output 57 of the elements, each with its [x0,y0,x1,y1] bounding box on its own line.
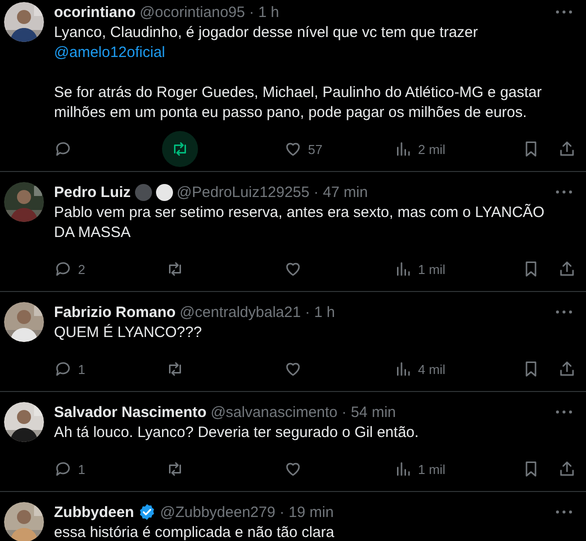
like-count: 57 [308,142,322,156]
author-name[interactable]: ocorintiano [54,4,136,20]
handle-and-time[interactable]: @ocorintiano95 · 1 h [140,4,280,20]
more-icon [556,10,572,14]
views-count: 1 mil [418,462,446,476]
repost-button[interactable] [162,131,198,167]
repost-icon [166,260,184,278]
speech-bubble-icon [54,460,72,478]
tweet-text: essa história é complicada e não tão clara [54,523,336,541]
tweet-text: Lyanco, Claudinho, é jogador desse nível que vc tem que trazer [54,23,479,43]
bar-chart-icon [394,360,412,378]
reply-count: 1 [78,362,86,376]
more-button[interactable] [556,310,572,314]
mention-link[interactable]: @amelo12oficial [54,44,166,61]
author-name[interactable]: Fabrizio Romano [54,304,176,320]
more-button[interactable] [556,510,572,514]
bar-chart-icon [394,260,412,278]
tweet-text: Pablo vem pra ser setimo reserva, antes era sexto, mas com o LYANCÃO DA MASSA [54,203,546,243]
more-icon [556,410,572,414]
share-icon [558,260,576,278]
heart-icon [284,260,302,278]
views-count: 2 mil [418,142,446,156]
reply-count: 1 [78,462,86,476]
tweet-text: Se for atrás do Roger Guedes, Michael, Paulinho do Atlético-MG e gastar milhões em um ponta eu passo pano, pode pagar os milhões de euros. [54,83,543,123]
views-count: 1 mil [418,262,446,276]
speech-bubble-icon [54,360,72,378]
speech-bubble-icon [54,260,72,278]
share-icon [558,140,576,158]
heart-icon [284,140,302,158]
more-button[interactable] [556,410,572,414]
bar-chart-icon [394,140,412,158]
reply-count: 2 [78,262,86,276]
bar-chart-icon [394,460,412,478]
more-icon [556,510,572,514]
repost-icon [166,460,184,478]
heart-icon [284,360,302,378]
tweet-text: QUEM É LYANCO??? [54,323,203,343]
share-icon [558,460,576,478]
author-name[interactable]: Zubbydeen [54,504,134,520]
verified-badge-icon [138,503,156,521]
tweet-text: Ah tá louco. Lyanco? Deveria ter segurado o Gil então. [54,423,420,443]
more-icon [556,310,572,314]
handle-and-time[interactable]: @PedroLuiz129255 · 47 min [176,184,368,200]
handle-and-time[interactable]: @centraldybala21 · 1 h [180,304,335,320]
more-icon [556,190,572,194]
handle-and-time[interactable]: @Zubbydeen279 · 19 min [160,504,334,520]
share-icon [558,360,576,378]
handle-and-time[interactable]: @salvanascimento · 54 min [210,404,396,420]
more-button[interactable] [556,10,572,14]
repost-icon [171,140,189,158]
speech-bubble-icon [54,140,72,158]
more-button[interactable] [556,190,572,194]
heart-icon [284,460,302,478]
repost-icon [166,360,184,378]
views-count: 4 mil [418,362,446,376]
author-name[interactable]: Salvador Nascimento [54,404,207,420]
author-name[interactable]: Pedro Luiz [54,184,131,200]
